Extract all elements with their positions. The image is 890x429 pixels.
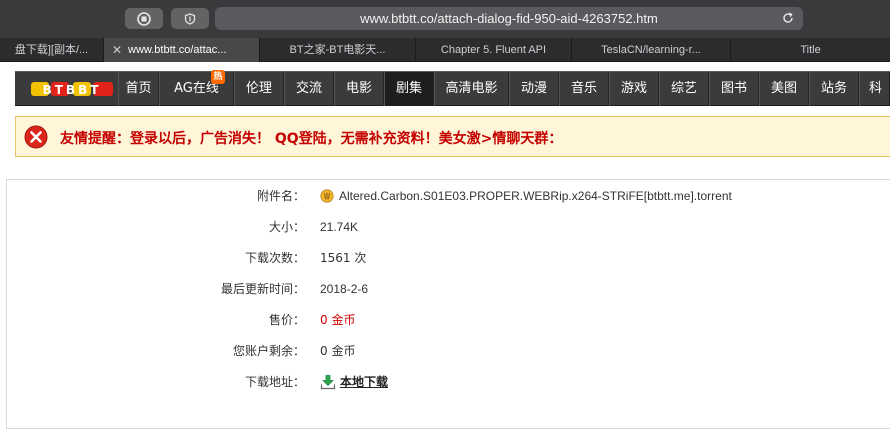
- nav-music[interactable]: 音乐: [559, 72, 609, 106]
- row-price: 售价： 0 金币: [7, 310, 890, 330]
- tab-label: BT之家-BT电影天...: [289, 44, 386, 56]
- tab-fluent-api[interactable]: Chapter 5. Fluent API: [415, 38, 571, 62]
- updated-value: 2018-2-6: [320, 282, 369, 296]
- notice-banner: 友情提醒：登录以后，广告消失！ QQ登陆，无需补充资料！美女激>情聊天群：: [15, 116, 890, 157]
- shield-button[interactable]: [171, 8, 209, 29]
- nav-movies[interactable]: 电影: [334, 72, 384, 106]
- size-value: 21.74K: [320, 220, 359, 234]
- btbtt-logo[interactable]: BTBBT: [31, 80, 115, 98]
- downloads-label: 下载次数：: [244, 251, 305, 265]
- close-tab-icon[interactable]: ✕: [112, 38, 122, 62]
- attachment-panel: 附件名： Altered.Carbon.S01E03.PROPER.WEBRip…: [6, 179, 890, 429]
- tab-label: Chapter 5. Fluent API: [440, 44, 547, 56]
- tab-teslacn[interactable]: TeslaCN/learning-r...: [571, 38, 730, 62]
- balance-value: 0 金币: [320, 344, 356, 358]
- tab-title[interactable]: Title: [730, 38, 890, 62]
- nav-ethics[interactable]: 伦理: [234, 72, 284, 106]
- downloads-value: 1561 次: [320, 251, 367, 265]
- row-downloads: 下载次数： 1561 次: [7, 248, 890, 268]
- error-x-icon: [24, 125, 48, 149]
- shield-icon: [184, 12, 196, 25]
- nav-variety[interactable]: 综艺: [659, 72, 709, 106]
- nav-home[interactable]: 首页: [118, 72, 159, 106]
- price-label: 售价：: [268, 313, 305, 327]
- row-filename: 附件名： Altered.Carbon.S01E03.PROPER.WEBRip…: [7, 186, 890, 206]
- url-text[interactable]: www.btbtt.co/attach-dialog-fid-950-aid-4…: [215, 11, 803, 26]
- download-arrow-icon[interactable]: [320, 374, 336, 390]
- balance-label: 您账户剩余：: [232, 344, 305, 358]
- nav-forum[interactable]: 交流: [284, 72, 334, 106]
- browser-toolbar: www.btbtt.co/attach-dialog-fid-950-aid-4…: [0, 0, 890, 38]
- nav-hd-movies[interactable]: 高清电影: [434, 72, 509, 106]
- torrent-file-icon: [320, 189, 334, 203]
- nav-series[interactable]: 剧集: [384, 72, 434, 106]
- reload-icon[interactable]: [781, 11, 795, 25]
- filename-label: 附件名：: [256, 189, 305, 203]
- nav-games[interactable]: 游戏: [609, 72, 659, 106]
- row-download: 下载地址： 本地下载: [7, 372, 890, 392]
- nav-anime[interactable]: 动漫: [509, 72, 559, 106]
- size-label: 大小：: [268, 220, 305, 234]
- notice-text: 友情提醒：登录以后，广告消失！ QQ登陆，无需补充资料！美女激>情聊天群：: [60, 131, 563, 147]
- address-bar[interactable]: www.btbtt.co/attach-dialog-fid-950-aid-4…: [215, 7, 803, 30]
- tab-btbtt-attach[interactable]: ✕ www.btbtt.co/attac...: [103, 38, 259, 62]
- site-nav: BTBBT 首页 AG在线 伦理 交流 电影 剧集 高清电影 动漫 音乐 游戏 …: [15, 71, 890, 106]
- nav-pictures[interactable]: 美图: [759, 72, 809, 106]
- logo-text: BTBBT: [43, 83, 102, 97]
- row-updated: 最后更新时间： 2018-2-6: [7, 279, 890, 299]
- tab-label: 盘下载][副本/...: [14, 44, 89, 56]
- filename-value: Altered.Carbon.S01E03.PROPER.WEBRip.x264…: [339, 189, 732, 203]
- tab-download-copy[interactable]: 盘下载][副本/...: [0, 38, 103, 62]
- row-size: 大小： 21.74K: [7, 217, 890, 237]
- download-label: 下载地址：: [244, 375, 305, 389]
- nav-science[interactable]: 科: [859, 72, 890, 106]
- hot-badge: 热: [211, 70, 225, 84]
- updated-label: 最后更新时间：: [220, 282, 305, 296]
- privacy-shield-icon: [137, 11, 151, 26]
- local-download-link[interactable]: 本地下载: [340, 372, 388, 392]
- tab-label: www.btbtt.co/attac...: [128, 44, 227, 56]
- nav-site-affairs[interactable]: 站务: [809, 72, 859, 106]
- privacy-report-button[interactable]: [125, 8, 163, 29]
- tab-bt-home[interactable]: BT之家-BT电影天...: [259, 38, 415, 62]
- price-value: 0 金币: [320, 313, 356, 327]
- nav-books[interactable]: 图书: [709, 72, 759, 106]
- tab-label: TeslaCN/learning-r...: [601, 44, 701, 56]
- tab-label: Title: [800, 44, 821, 56]
- tab-bar: 盘下载][副本/... ✕ www.btbtt.co/attac... BT之家…: [0, 38, 890, 62]
- row-balance: 您账户剩余： 0 金币: [7, 341, 890, 361]
